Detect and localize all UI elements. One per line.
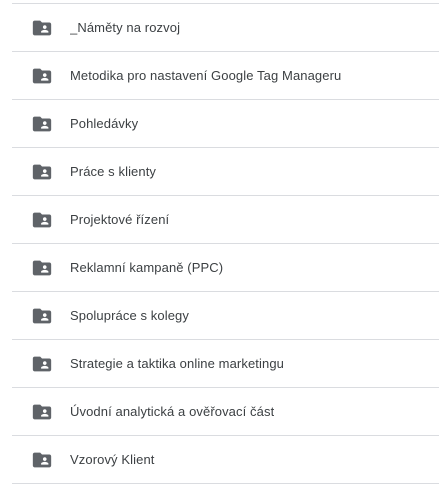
- folder-row[interactable]: Úvodní analytická a ověřovací část: [12, 388, 439, 436]
- folder-name: Práce s klienty: [70, 164, 157, 179]
- folder-row[interactable]: _Náměty na rozvoj: [12, 4, 439, 52]
- shared-folder-icon: [30, 64, 54, 88]
- folder-name: Vzorový Klient: [70, 452, 155, 467]
- folder-row[interactable]: Strategie a taktika online marketingu: [12, 340, 439, 388]
- shared-folder-icon: [30, 304, 54, 328]
- shared-folder-icon: [30, 256, 54, 280]
- shared-folder-icon: [30, 448, 54, 472]
- folder-row[interactable]: Pohledávky: [12, 100, 439, 148]
- folder-name: Projektové řízení: [70, 212, 170, 227]
- folder-name: Metodika pro nastavení Google Tag Manage…: [70, 68, 342, 83]
- shared-folder-icon: [30, 160, 54, 184]
- shared-folder-icon: [30, 112, 54, 136]
- folder-name: Reklamní kampaně (PPC): [70, 260, 224, 275]
- folder-row[interactable]: Projektové řízení: [12, 196, 439, 244]
- folder-row[interactable]: Spolupráce s kolegy: [12, 292, 439, 340]
- shared-folder-icon: [30, 400, 54, 424]
- folder-row[interactable]: Vzorový Klient: [12, 436, 439, 484]
- folder-name: Úvodní analytická a ověřovací část: [70, 404, 275, 419]
- shared-folder-icon: [30, 16, 54, 40]
- shared-folder-icon: [30, 352, 54, 376]
- folder-row[interactable]: Metodika pro nastavení Google Tag Manage…: [12, 52, 439, 100]
- folder-name: Spolupráce s kolegy: [70, 308, 189, 323]
- folder-name: Strategie a taktika online marketingu: [70, 356, 284, 371]
- folder-list: _Náměty na rozvoj Metodika pro nastavení…: [12, 3, 439, 484]
- shared-folder-icon: [30, 208, 54, 232]
- folder-name: Pohledávky: [70, 116, 139, 131]
- folder-row[interactable]: Práce s klienty: [12, 148, 439, 196]
- folder-name: _Náměty na rozvoj: [70, 20, 181, 35]
- folder-row[interactable]: Reklamní kampaně (PPC): [12, 244, 439, 292]
